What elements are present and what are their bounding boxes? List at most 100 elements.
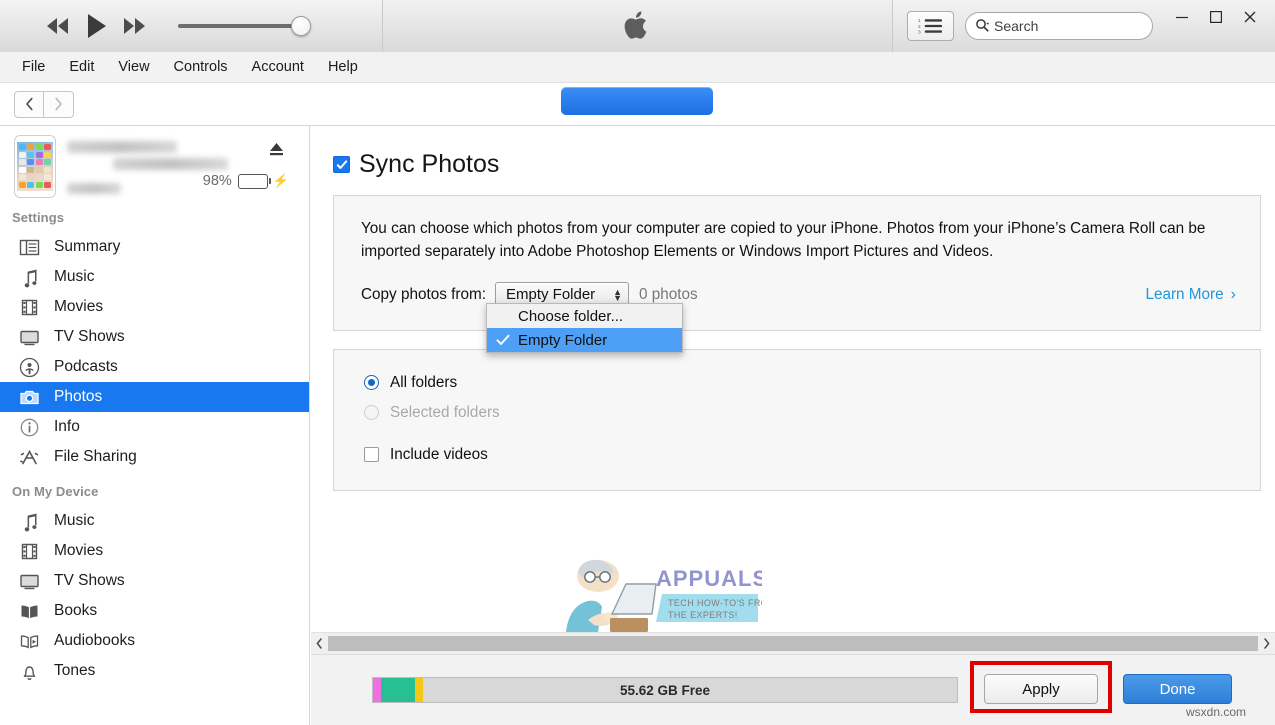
dropdown-item-label: Empty Folder (518, 331, 608, 349)
include-videos-label: Include videos (390, 445, 488, 463)
all-folders-row[interactable]: All folders (334, 368, 1260, 398)
chevron-right-icon (1264, 638, 1270, 649)
bottom-bar: 55.62 GB Free Apply Done (311, 654, 1275, 725)
sidebar-section-settings-title: Settings (12, 210, 65, 225)
scroll-left-button[interactable] (311, 633, 328, 655)
fast-forward-button[interactable] (115, 9, 154, 43)
capacity-free-label: 55.62 GB Free (619, 682, 711, 698)
itunes-window: 123 Search File Edit View Controls Accou… (0, 0, 1275, 725)
battery-cap (268, 178, 271, 184)
scroll-right-button[interactable] (1258, 633, 1275, 655)
battery-percent-label: 98% (202, 173, 232, 189)
horizontal-scrollbar[interactable] (311, 632, 1275, 654)
device-subtitle-redacted (67, 183, 121, 194)
eject-button[interactable] (268, 141, 285, 162)
play-button[interactable] (77, 9, 115, 43)
toolbar-status-area (383, 0, 892, 52)
window-controls (1165, 3, 1267, 31)
menu-item-account[interactable]: Account (240, 56, 316, 78)
sidebar-item-file-sharing[interactable]: File Sharing (0, 442, 309, 472)
forward-button[interactable] (44, 90, 74, 118)
sidebar-item-device-movies[interactable]: Movies (0, 536, 309, 566)
sidebar-item-label: Movies (54, 298, 104, 315)
apple-logo-icon (624, 11, 646, 39)
selected-folders-radio (364, 405, 379, 421)
list-icon: 123 (918, 18, 943, 35)
include-videos-row[interactable]: Include videos (334, 440, 1260, 470)
sidebar-item-label: Audiobooks (54, 632, 136, 649)
minimize-button[interactable] (1165, 3, 1199, 31)
playback-controls (0, 0, 383, 52)
apply-button[interactable]: Apply (984, 674, 1098, 704)
podcast-icon (16, 356, 42, 378)
sidebar-item-audiobooks[interactable]: Audiobooks (0, 626, 309, 656)
learn-more-link[interactable]: Learn More › (1145, 286, 1236, 304)
learn-more-label: Learn More (1145, 285, 1224, 303)
iphone-screen (17, 142, 53, 191)
scrollbar-thumb[interactable] (328, 636, 1258, 651)
rewind-button[interactable] (38, 9, 77, 43)
fast-forward-icon (124, 17, 145, 34)
volume-knob[interactable] (291, 15, 311, 36)
sidebar-item-label: Movies (54, 542, 104, 559)
maximize-button[interactable] (1199, 3, 1233, 31)
device-button-redacted[interactable] (561, 87, 713, 115)
film-icon (16, 540, 42, 562)
dropdown-item-label: Choose folder... (518, 307, 624, 325)
toolbar-right-area: 123 Search (892, 0, 1275, 52)
film-icon (16, 296, 42, 318)
file-sharing-icon (16, 446, 42, 468)
sidebar-item-tones[interactable]: Tones (0, 656, 309, 686)
dropdown-item-empty-folder[interactable]: Empty Folder (487, 328, 682, 352)
device-name-redacted (67, 141, 177, 153)
sidebar-item-podcasts[interactable]: Podcasts (0, 352, 309, 382)
close-button[interactable] (1233, 3, 1267, 31)
svg-text:3: 3 (918, 29, 921, 34)
include-videos-checkbox[interactable] (364, 447, 379, 463)
sidebar-item-photos[interactable]: Photos (0, 382, 309, 412)
folder-options-panel: All folders Selected folders Include vid… (333, 348, 1261, 632)
menu-item-help[interactable]: Help (316, 56, 370, 78)
camera-icon (16, 386, 42, 408)
done-button[interactable]: Done (1123, 674, 1232, 704)
all-folders-radio[interactable] (364, 375, 379, 391)
sidebar-item-movies[interactable]: Movies (0, 292, 309, 322)
tv-icon (16, 326, 42, 348)
volume-slider[interactable] (178, 14, 328, 38)
svg-text:1: 1 (918, 18, 921, 24)
sidebar: 98% ⚡ Settings Summary Music Movies TV S… (0, 126, 310, 725)
sidebar-item-info[interactable]: Info (0, 412, 309, 442)
sidebar-item-books[interactable]: Books (0, 596, 309, 626)
menu-item-file[interactable]: File (10, 56, 57, 78)
device-header[interactable]: 98% ⚡ (0, 126, 309, 198)
source-folder-dropdown-menu[interactable]: Choose folder... Empty Folder (486, 303, 683, 353)
menu-item-edit[interactable]: Edit (57, 56, 106, 78)
battery-status: 98% ⚡ (203, 173, 289, 189)
sidebar-item-device-tv-shows[interactable]: TV Shows (0, 566, 309, 596)
list-view-button[interactable]: 123 (907, 10, 954, 41)
copy-photos-from-label: Copy photos from: (361, 285, 486, 303)
photo-count-label: 0 photos (638, 285, 698, 303)
svg-text:2: 2 (918, 23, 921, 29)
device-name-redacted-2 (113, 158, 228, 170)
play-icon (88, 13, 106, 38)
sync-photos-header: Sync Photos (311, 126, 1275, 179)
dropdown-item-choose-folder[interactable]: Choose folder... (487, 304, 682, 328)
tv-icon (16, 570, 42, 592)
sync-photos-checkbox[interactable] (333, 156, 350, 173)
sidebar-item-tv-shows[interactable]: TV Shows (0, 322, 309, 352)
checkmark-icon (336, 159, 347, 169)
sidebar-item-label: Podcasts (54, 358, 118, 375)
battery-icon (237, 173, 268, 189)
source-site-watermark: wsxdn.com (1186, 705, 1247, 719)
back-button[interactable] (14, 90, 44, 118)
chevron-right-icon: › (1230, 285, 1236, 303)
chevron-right-icon (55, 97, 62, 111)
sidebar-item-device-music[interactable]: Music (0, 506, 309, 536)
sidebar-item-music[interactable]: Music (0, 262, 309, 292)
menu-item-view[interactable]: View (106, 56, 161, 78)
search-input[interactable]: Search (965, 11, 1153, 40)
menu-item-controls[interactable]: Controls (162, 56, 240, 78)
sidebar-item-summary[interactable]: Summary (0, 232, 309, 262)
sidebar-item-label: File Sharing (54, 448, 137, 465)
